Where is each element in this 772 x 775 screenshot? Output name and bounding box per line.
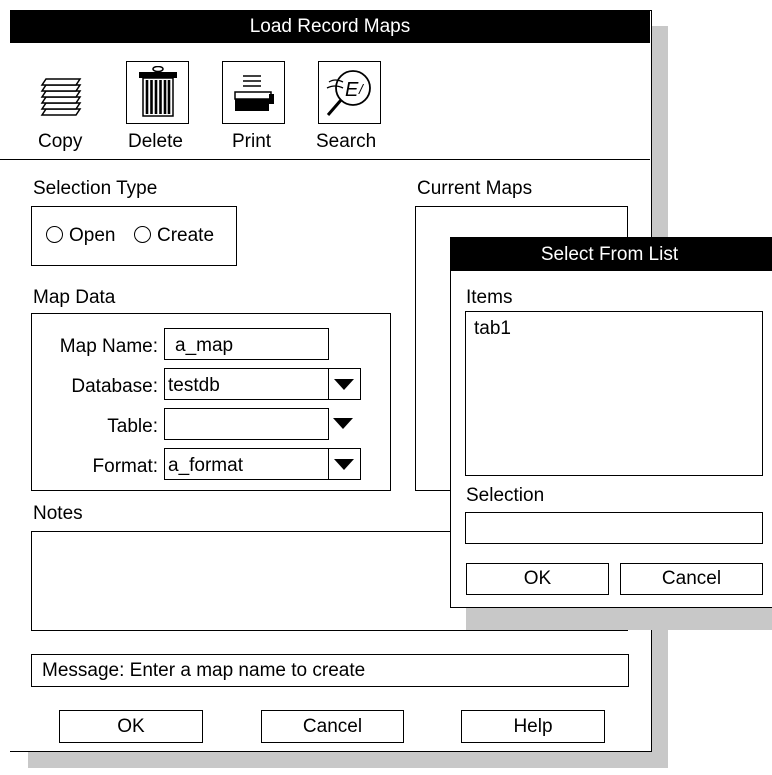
chevron-down-icon[interactable] (333, 418, 353, 429)
ok-button-label: OK (117, 716, 145, 737)
copy-label: Copy (38, 131, 83, 152)
list-ok-button-label: OK (523, 568, 552, 589)
map-data-heading: Map Data (33, 287, 116, 308)
selection-heading: Selection (466, 485, 545, 506)
trash-can-icon (139, 66, 177, 117)
help-button-label: Help (513, 716, 553, 737)
toolbar-delete[interactable]: Delete (126, 61, 198, 161)
map-name-label: Map Name: (59, 336, 158, 357)
map-name-value: a_map (175, 335, 234, 356)
toolbar-search[interactable]: E / Search (316, 61, 398, 161)
format-select[interactable]: a_format (164, 448, 361, 480)
print-icon-frame (222, 61, 285, 124)
toolbar-copy[interactable]: Copy (30, 61, 102, 161)
delete-label: Delete (128, 131, 183, 152)
search-label: Search (316, 131, 377, 152)
list-cancel-button-label: Cancel (661, 568, 722, 589)
items-heading: Items (466, 287, 513, 308)
selection-type-group: Open Create (31, 206, 237, 266)
printer-icon (234, 75, 274, 111)
database-value: testdb (168, 375, 220, 396)
list-ok-button[interactable]: OK (466, 563, 609, 595)
selection-field[interactable] (465, 512, 763, 544)
list-dialog-titlebar[interactable]: Select From List (451, 238, 772, 271)
radio-create-circle[interactable] (134, 226, 151, 243)
select-from-list-dialog: Select From List Items tab1 Selection OK… (450, 237, 772, 608)
chevron-down-icon[interactable] (334, 379, 354, 390)
print-label: Print (232, 131, 272, 152)
toolbar-print[interactable]: Print (222, 61, 294, 161)
database-label: Database: (71, 376, 158, 397)
radio-create[interactable]: Create (134, 225, 214, 247)
current-maps-heading: Current Maps (417, 178, 533, 199)
message-bar: Message: Enter a map name to create (31, 654, 629, 687)
svg-text:E: E (345, 79, 359, 101)
table-select[interactable] (164, 408, 329, 440)
items-list[interactable]: tab1 (465, 311, 763, 476)
table-label: Table: (107, 416, 158, 437)
chevron-down-icon[interactable] (334, 459, 354, 470)
cancel-button-label: Cancel (302, 716, 363, 737)
stack-of-papers-icon (40, 78, 82, 116)
magnifier-icon: E / (326, 70, 371, 116)
message-text: Message: Enter a map name to create (42, 660, 366, 681)
map-name-field[interactable]: a_map (164, 328, 329, 360)
radio-open[interactable]: Open (46, 225, 115, 247)
radio-open-label: Open (69, 225, 116, 246)
list-dialog-title: Select From List (540, 244, 679, 265)
format-value: a_format (168, 455, 243, 476)
map-data-group: Map Name: a_map Database: testdb Table: … (31, 313, 391, 491)
toolbar-divider (0, 159, 650, 160)
list-item-label: tab1 (474, 318, 511, 339)
search-icon-frame: E / (318, 61, 381, 124)
radio-create-label: Create (157, 225, 215, 246)
main-dialog-title: Load Record Maps (249, 16, 411, 37)
format-label: Format: (92, 456, 158, 477)
help-button[interactable]: Help (461, 710, 605, 743)
ok-button[interactable]: OK (59, 710, 203, 743)
selection-type-heading: Selection Type (33, 178, 158, 199)
database-divider (328, 369, 329, 399)
cancel-button[interactable]: Cancel (261, 710, 404, 743)
delete-icon-frame (126, 61, 189, 124)
list-item[interactable]: tab1 (474, 318, 511, 340)
radio-open-circle[interactable] (46, 226, 63, 243)
main-dialog-titlebar[interactable]: Load Record Maps (10, 11, 650, 43)
list-cancel-button[interactable]: Cancel (620, 563, 763, 595)
format-divider (328, 449, 329, 479)
notes-heading: Notes (33, 503, 83, 524)
database-select[interactable]: testdb (164, 368, 361, 400)
